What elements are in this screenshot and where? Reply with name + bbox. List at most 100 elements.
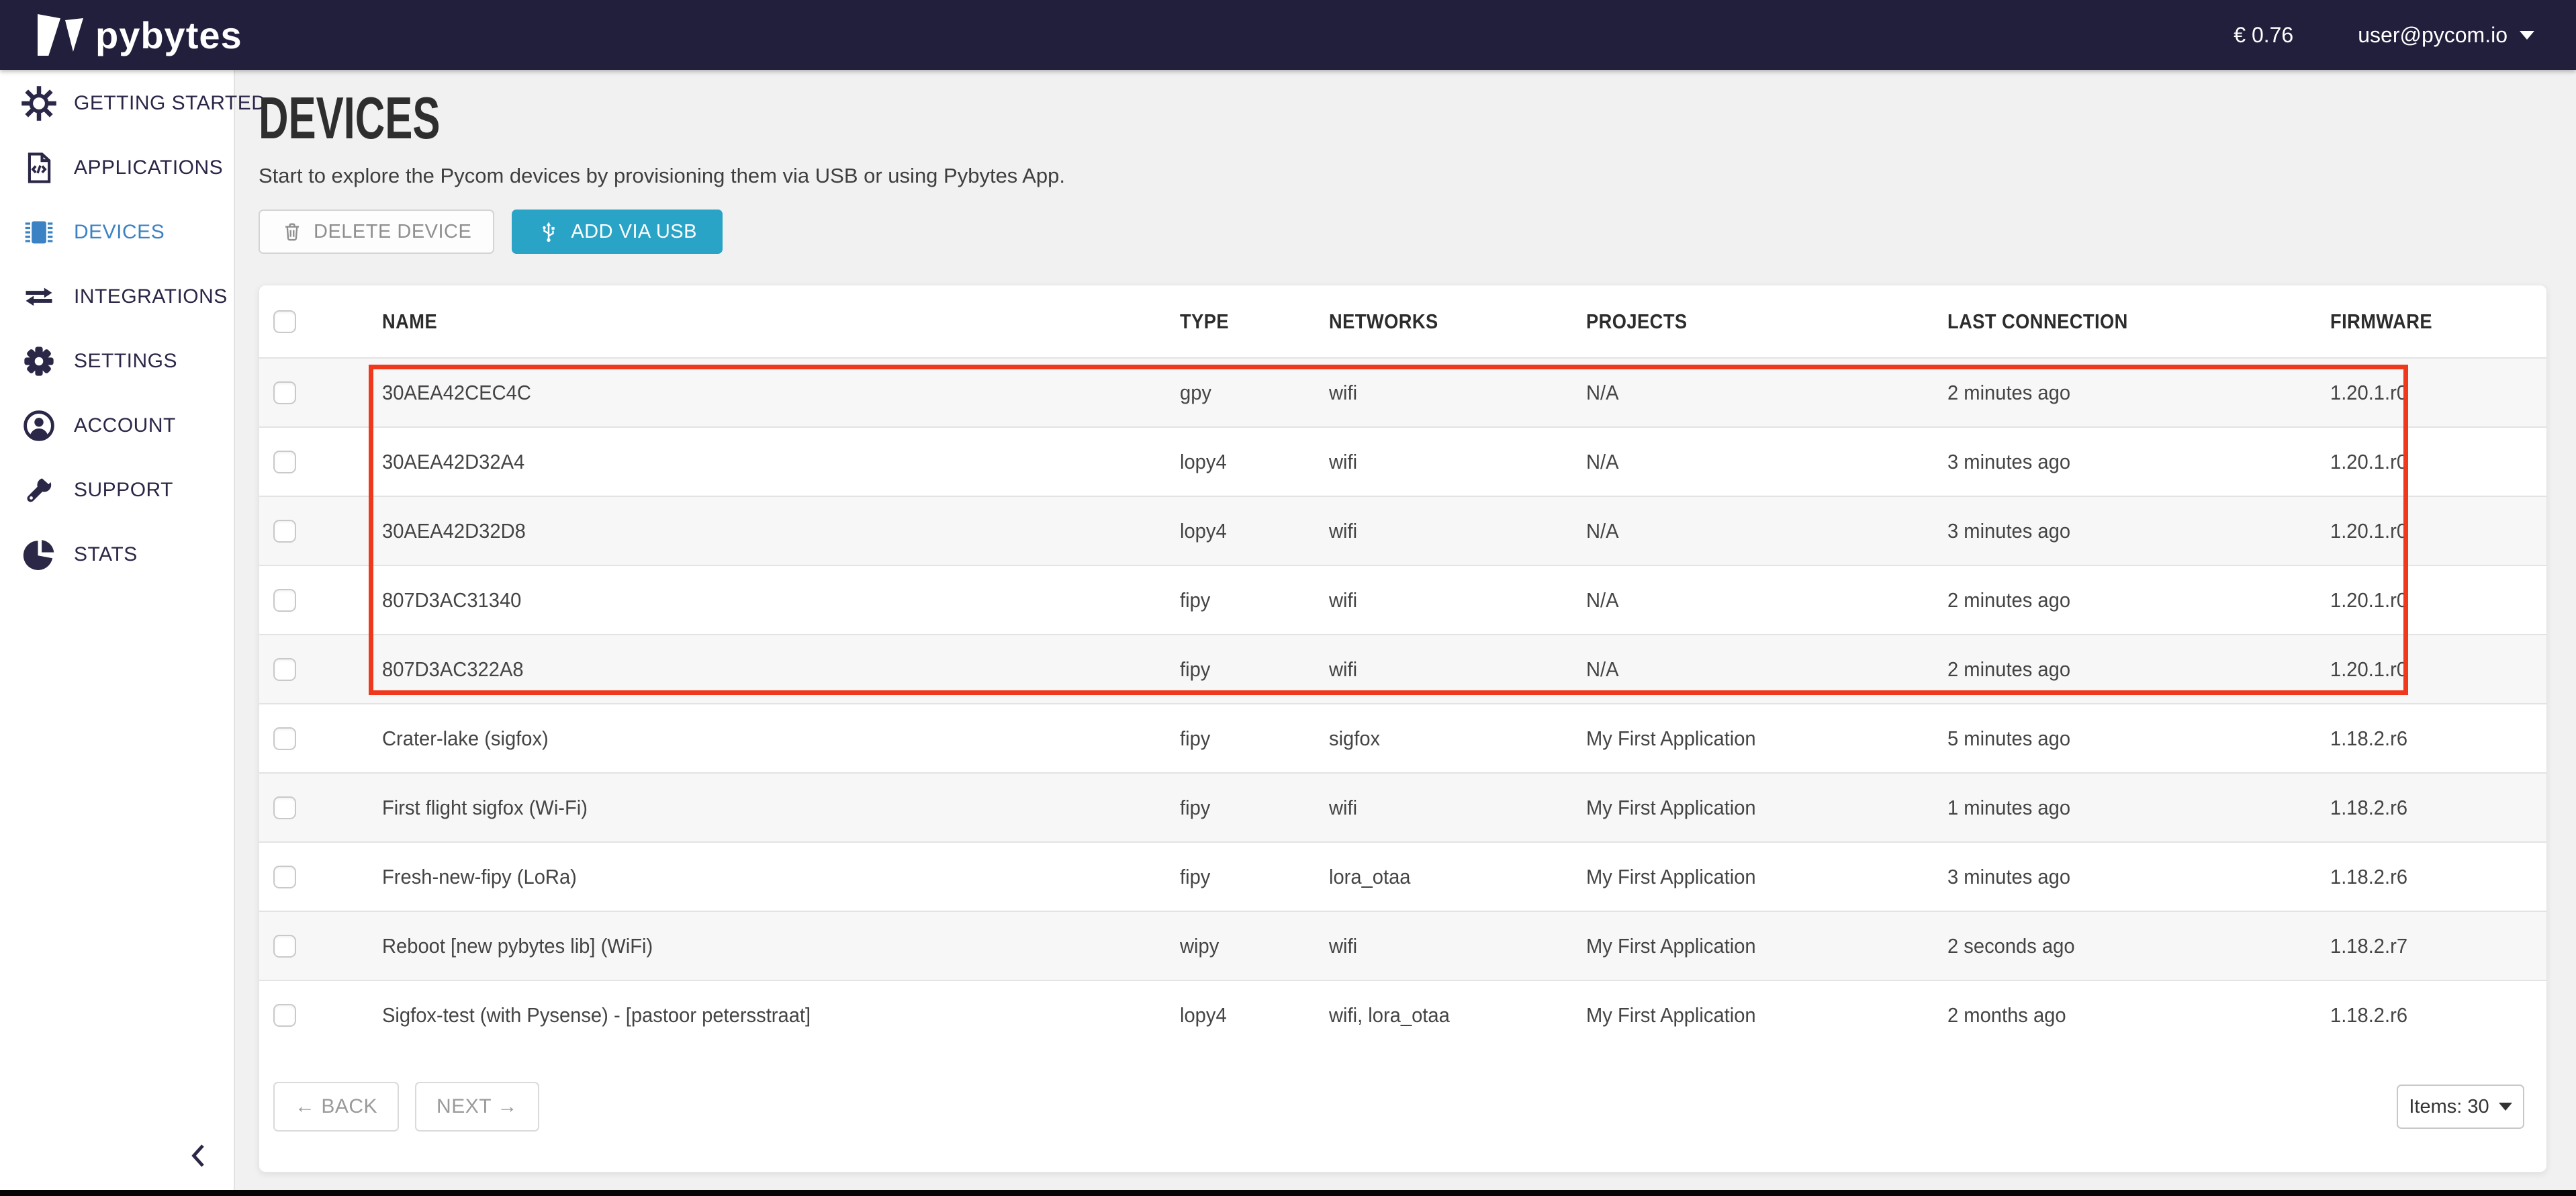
table-row[interactable]: 807D3AC322A8 fipy wifi N/A 2 minutes ago… xyxy=(259,635,2546,704)
table-row[interactable]: Reboot [new pybytes lib] (WiFi) wipy wif… xyxy=(259,911,2546,980)
column-header-firmware: FIRMWARE xyxy=(2330,285,2546,358)
device-firmware: 1.18.2.r6 xyxy=(2330,980,2546,1050)
delete-device-label: DELETE DEVICE xyxy=(314,221,471,243)
row-checkbox[interactable] xyxy=(273,589,296,612)
add-via-usb-button[interactable]: ADD VIA USB xyxy=(512,210,723,254)
column-header-projects: PROJECTS xyxy=(1586,285,1947,358)
device-name: First flight sigfox (Wi-Fi) xyxy=(382,773,1180,842)
device-firmware: 1.20.1.r0 xyxy=(2330,565,2546,635)
device-type: wipy xyxy=(1180,911,1329,980)
device-type: lopy4 xyxy=(1180,980,1329,1050)
page-subtitle: Start to explore the Pycom devices by pr… xyxy=(259,164,2576,188)
device-name: Sigfox-test (with Pysense) - [pastoor pe… xyxy=(382,980,1180,1050)
sidebar-item-devices[interactable]: DEVICES xyxy=(0,200,234,265)
items-per-page-dropdown[interactable]: Items: 30 xyxy=(2397,1085,2524,1129)
trash-icon xyxy=(281,221,303,242)
topbar: pybytes € 0.76 user@pycom.io xyxy=(0,0,2576,70)
next-button[interactable]: NEXT → xyxy=(415,1082,539,1132)
device-last-connection: 2 minutes ago xyxy=(1947,635,2330,704)
device-projects: My First Application xyxy=(1586,773,1947,842)
sidebar-item-support[interactable]: SUPPORT xyxy=(0,458,234,522)
sidebar-item-label: GETTING STARTED xyxy=(74,92,266,115)
caret-down-icon xyxy=(2499,1103,2512,1111)
device-last-connection: 1 minutes ago xyxy=(1947,773,2330,842)
column-header-name: NAME xyxy=(382,285,1180,358)
device-name: Fresh-new-fipy (LoRa) xyxy=(382,842,1180,911)
device-projects: My First Application xyxy=(1586,842,1947,911)
delete-device-button[interactable]: DELETE DEVICE xyxy=(259,210,494,254)
row-checkbox[interactable] xyxy=(273,1004,296,1027)
sidebar-collapse-button[interactable] xyxy=(187,1142,211,1172)
device-last-connection: 3 minutes ago xyxy=(1947,427,2330,496)
pie-chart-icon xyxy=(20,537,58,572)
table-row[interactable]: First flight sigfox (Wi-Fi) fipy wifi My… xyxy=(259,773,2546,842)
user-icon xyxy=(20,408,58,443)
device-last-connection: 5 minutes ago xyxy=(1947,704,2330,773)
device-firmware: 1.18.2.r6 xyxy=(2330,842,2546,911)
row-checkbox[interactable] xyxy=(273,796,296,819)
sidebar-item-label: ACCOUNT xyxy=(74,414,176,437)
sidebar-item-settings[interactable]: SETTINGS xyxy=(0,329,234,394)
pycom-logo-icon xyxy=(38,14,83,56)
back-button[interactable]: ← BACK xyxy=(273,1082,399,1132)
sidebar: GETTING STARTED APPLICATIONS xyxy=(0,70,235,1190)
usb-icon xyxy=(537,220,560,243)
devices-table-card: NAME TYPE NETWORKS PROJECTS LAST CONNECT… xyxy=(259,285,2547,1172)
device-last-connection: 3 minutes ago xyxy=(1947,842,2330,911)
row-checkbox[interactable] xyxy=(273,451,296,473)
device-name: 30AEA42CEC4C xyxy=(382,358,1180,427)
device-type: lopy4 xyxy=(1180,496,1329,565)
device-projects: My First Application xyxy=(1586,980,1947,1050)
table-row[interactable]: 807D3AC31340 fipy wifi N/A 2 minutes ago… xyxy=(259,565,2546,635)
sidebar-item-stats[interactable]: STATS xyxy=(0,522,234,587)
device-name: Crater-lake (sigfox) xyxy=(382,704,1180,773)
row-checkbox[interactable] xyxy=(273,658,296,681)
window-bottom-edge xyxy=(0,1190,2576,1196)
sidebar-item-account[interactable]: ACCOUNT xyxy=(0,394,234,458)
device-type: gpy xyxy=(1180,358,1329,427)
device-firmware: 1.18.2.r6 xyxy=(2330,773,2546,842)
gear-icon xyxy=(20,344,58,379)
pybytes-logo[interactable]: pybytes xyxy=(38,13,242,57)
chevron-left-icon xyxy=(187,1142,211,1169)
main-content: DEVICES Start to explore the Pycom devic… xyxy=(235,70,2576,1190)
device-firmware: 1.18.2.r7 xyxy=(2330,911,2546,980)
row-checkbox[interactable] xyxy=(273,935,296,958)
table-row[interactable]: Sigfox-test (with Pysense) - [pastoor pe… xyxy=(259,980,2546,1050)
device-networks: lora_otaa xyxy=(1329,842,1585,911)
device-name: Reboot [new pybytes lib] (WiFi) xyxy=(382,911,1180,980)
device-firmware: 1.18.2.r6 xyxy=(2330,704,2546,773)
device-networks: wifi xyxy=(1329,496,1585,565)
device-name: 30AEA42D32A4 xyxy=(382,427,1180,496)
sidebar-item-label: SETTINGS xyxy=(74,350,177,373)
row-checkbox[interactable] xyxy=(273,727,296,750)
code-document-icon xyxy=(20,150,58,185)
caret-down-icon xyxy=(2520,31,2534,40)
device-projects: N/A xyxy=(1586,565,1947,635)
device-type: fipy xyxy=(1180,773,1329,842)
items-per-page-label: Items: 30 xyxy=(2409,1096,2489,1118)
device-networks: wifi xyxy=(1329,635,1585,704)
sidebar-item-getting-started[interactable]: GETTING STARTED xyxy=(0,71,234,136)
device-projects: N/A xyxy=(1586,358,1947,427)
table-row[interactable]: Fresh-new-fipy (LoRa) fipy lora_otaa My … xyxy=(259,842,2546,911)
device-type: lopy4 xyxy=(1180,427,1329,496)
logo-text: pybytes xyxy=(95,13,242,57)
row-checkbox[interactable] xyxy=(273,520,296,543)
table-row[interactable]: 30AEA42D32D8 lopy4 wifi N/A 3 minutes ag… xyxy=(259,496,2546,565)
sidebar-item-applications[interactable]: APPLICATIONS xyxy=(0,136,234,200)
table-row[interactable]: 30AEA42CEC4C gpy wifi N/A 2 minutes ago … xyxy=(259,358,2546,427)
user-menu[interactable]: user@pycom.io xyxy=(2358,23,2534,48)
device-projects: My First Application xyxy=(1586,911,1947,980)
sidebar-item-integrations[interactable]: INTEGRATIONS xyxy=(0,265,234,329)
select-all-checkbox[interactable] xyxy=(273,310,296,333)
device-firmware: 1.20.1.r0 xyxy=(2330,496,2546,565)
device-firmware: 1.20.1.r0 xyxy=(2330,635,2546,704)
device-networks: wifi xyxy=(1329,911,1585,980)
row-checkbox[interactable] xyxy=(273,866,296,888)
sidebar-item-label: DEVICES xyxy=(74,221,165,244)
table-row[interactable]: Crater-lake (sigfox) fipy sigfox My Firs… xyxy=(259,704,2546,773)
device-last-connection: 2 minutes ago xyxy=(1947,565,2330,635)
row-checkbox[interactable] xyxy=(273,381,296,404)
table-row[interactable]: 30AEA42D32A4 lopy4 wifi N/A 3 minutes ag… xyxy=(259,427,2546,496)
